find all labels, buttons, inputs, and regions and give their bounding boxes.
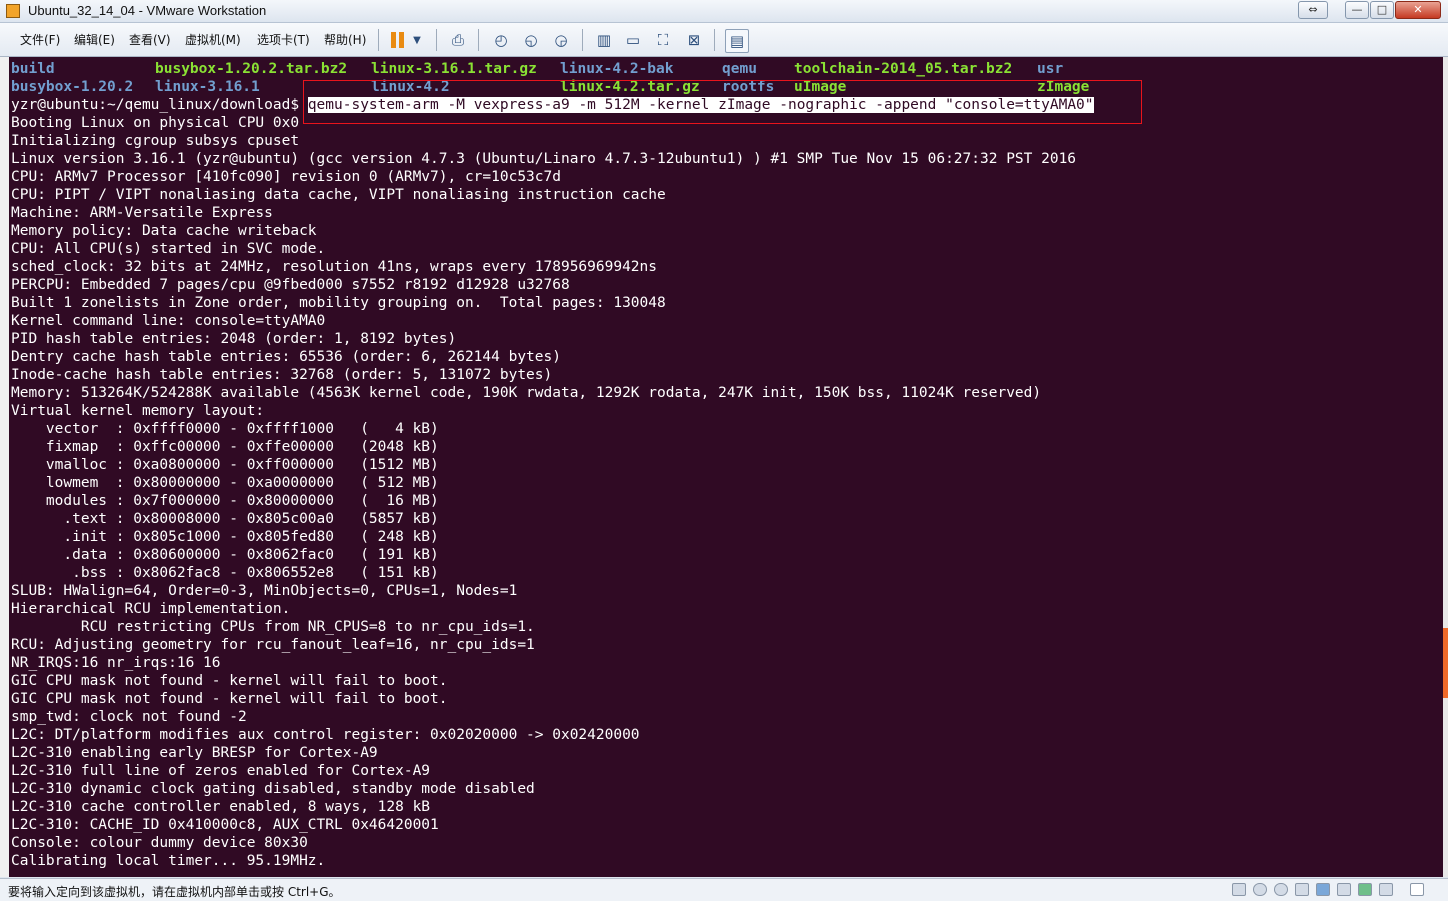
ls-entry: qemu (722, 61, 757, 77)
menu-view[interactable]: 查看(V) (129, 31, 171, 48)
terminal-line: Machine: ARM-Versatile Express (11, 205, 273, 221)
right-edge (1443, 57, 1448, 877)
terminal-line: .data : 0x80600000 - 0x8062fac0 ( 191 kB… (11, 547, 439, 563)
terminal-line: sched_clock: 32 bits at 24MHz, resolutio… (11, 259, 658, 275)
ls-entry: linux-3.16.1.tar.gz (371, 61, 537, 77)
terminal-line: Memory: 513264K/524288K available (4563K… (11, 385, 1042, 401)
terminal-line: .text : 0x80008000 - 0x805c00a0 (5857 kB… (11, 511, 439, 527)
fullscreen-icon[interactable]: ⛶ (652, 29, 674, 51)
terminal-line: SLUB: HWalign=64, Order=0-3, MinObjects=… (11, 583, 518, 599)
menu-edit[interactable]: 编辑(E) (74, 31, 115, 48)
terminal-line: Console: colour dummy device 80x30 (11, 835, 308, 851)
left-sidebar-edge (0, 57, 9, 877)
terminal-line: Initializing cgroup subsys cpuset (11, 133, 300, 149)
terminal-line: RCU restricting CPUs from NR_CPUS=8 to n… (11, 619, 535, 635)
terminal-line: Dentry cache hash table entries: 65536 (… (11, 349, 561, 365)
cd-dvd-icon[interactable] (1253, 883, 1267, 896)
floppy-icon[interactable] (1295, 883, 1309, 896)
terminal-line: .bss : 0x8062fac8 - 0x806552e8 ( 151 kB) (11, 565, 439, 581)
display-icon[interactable] (1379, 883, 1393, 896)
terminal-line: CPU: PIPT / VIPT nonaliasing data cache,… (11, 187, 666, 203)
terminal-line: L2C-310: CACHE_ID 0x410000c8, AUX_CTRL 0… (11, 817, 439, 833)
vm-console[interactable]: build busybox-1.20.2.tar.bz2 linux-3.16.… (9, 57, 1443, 877)
terminal-line: Linux version 3.16.1 (yzr@ubuntu) (gcc v… (11, 151, 1077, 167)
menu-bar: 文件(F) 编辑(E) 查看(V) 虚拟机(M) 选项卡(T) 帮助(H) ▼ … (0, 23, 1448, 57)
terminal-line: Booting Linux on physical CPU 0x0 (11, 115, 300, 131)
restore-down-button[interactable]: ⇔ (1298, 1, 1328, 19)
thumbnail-icon[interactable]: ▤ (725, 29, 749, 53)
title-bar: Ubuntu_32_14_04 - VMware Workstation ⇔ —… (0, 0, 1448, 23)
terminal-line: Built 1 zonelists in Zone order, mobilit… (11, 295, 666, 311)
terminal-line: PERCPU: Embedded 7 pages/cpu @9fbed000 s… (11, 277, 570, 293)
ls-entry: linux-4.2-bak (560, 61, 674, 77)
terminal-line: Inode-cache hash table entries: 32768 (o… (11, 367, 553, 383)
terminal-line: lowmem : 0x80000000 - 0xa0000000 ( 512 M… (11, 475, 439, 491)
network-adapter-icon[interactable] (1316, 883, 1330, 896)
ls-entry: linux-3.16.1 (155, 79, 260, 95)
terminal-line: Virtual kernel memory layout: (11, 403, 265, 419)
ls-entry: busybox-1.20.2.tar.bz2 (155, 61, 348, 77)
terminal-line: L2C-310 cache controller enabled, 8 ways… (11, 799, 431, 815)
terminal-line: modules : 0x7f000000 - 0x80000000 ( 16 M… (11, 493, 439, 509)
hard-disk-icon[interactable] (1232, 883, 1246, 896)
console-view-icon[interactable]: ▭ (622, 29, 644, 51)
toolbar-separator (378, 29, 379, 51)
terminal-line: fixmap : 0xffc00000 - 0xffe00000 (2048 k… (11, 439, 439, 455)
snapshot-manager-icon[interactable]: ◶ (550, 29, 572, 51)
toolbar-separator (714, 29, 715, 51)
message-log-icon[interactable] (1410, 883, 1424, 896)
terminal-line: PID hash table entries: 2048 (order: 1, … (11, 331, 457, 347)
printer-icon[interactable] (1337, 883, 1351, 896)
terminal-line: Kernel command line: console=ttyAMA0 (11, 313, 326, 329)
dropdown-icon[interactable]: ▼ (409, 29, 425, 51)
vmware-app-icon (6, 4, 20, 18)
terminal-line: NR_IRQS:16 nr_irqs:16 16 (11, 655, 221, 671)
ls-entry: busybox-1.20.2 (11, 79, 134, 95)
ls-entry: toolchain-2014_05.tar.bz2 (794, 61, 1013, 77)
cd-dvd-2-icon[interactable] (1274, 883, 1288, 896)
terminal-line: Memory policy: Data cache writeback (11, 223, 317, 239)
menu-tabs[interactable]: 选项卡(T) (257, 31, 310, 48)
terminal-line: GIC CPU mask not found - kernel will fai… (11, 673, 448, 689)
terminal-line: CPU: ARMv7 Processor [410fc090] revision… (11, 169, 561, 185)
terminal-line: vmalloc : 0xa0800000 - 0xff000000 (1512 … (11, 457, 439, 473)
minimize-button[interactable]: — (1345, 1, 1369, 19)
terminal-line: L2C-310 full line of zeros enabled for C… (11, 763, 431, 779)
terminal-line: GIC CPU mask not found - kernel will fai… (11, 691, 448, 707)
shell-prompt: yzr@ubuntu:~/qemu_linux/download$ (11, 97, 300, 113)
status-message: 要将输入定向到该虚拟机，请在虚拟机内部单击或按 Ctrl+G。 (8, 885, 341, 899)
status-bar: 要将输入定向到该虚拟机，请在虚拟机内部单击或按 Ctrl+G。 (0, 878, 1448, 901)
command-highlight-box (303, 80, 1142, 124)
toolbar-separator (436, 29, 437, 51)
pause-icon[interactable] (391, 32, 405, 48)
terminal-line: L2C: DT/platform modifies aux control re… (11, 727, 640, 743)
close-button[interactable]: ✕ (1395, 1, 1441, 19)
ls-entry: usr (1037, 61, 1064, 77)
menu-help[interactable]: 帮助(H) (324, 31, 366, 48)
revert-snapshot-icon[interactable]: ◵ (520, 29, 542, 51)
unity-icon[interactable]: ⊠ (683, 29, 705, 51)
terminal-line: RCU: Adjusting geometry for rcu_fanout_l… (11, 637, 535, 653)
ls-entry: build (11, 61, 55, 77)
terminal-line: vector : 0xffff0000 - 0xffff1000 ( 4 kB) (11, 421, 439, 437)
menu-file[interactable]: 文件(F) (20, 31, 60, 48)
maximize-button[interactable]: □ (1370, 1, 1394, 19)
terminal-line: L2C-310 dynamic clock gating disabled, s… (11, 781, 535, 797)
right-edge-marker (1443, 628, 1448, 698)
terminal-line: .init : 0x805c1000 - 0x805fed80 ( 248 kB… (11, 529, 439, 545)
menu-vm[interactable]: 虚拟机(M) (185, 31, 241, 48)
terminal-line: smp_twd: clock not found -2 (11, 709, 247, 725)
sound-card-icon[interactable] (1358, 883, 1372, 896)
window-title: Ubuntu_32_14_04 - VMware Workstation (28, 3, 267, 18)
terminal-line: CPU: All CPU(s) started in SVC mode. (11, 241, 326, 257)
terminal-line: Hierarchical RCU implementation. (11, 601, 291, 617)
send-ctrl-alt-del-icon[interactable]: ⎙ (447, 29, 469, 51)
snapshot-icon[interactable]: ◴ (490, 29, 512, 51)
terminal-line: Calibrating local timer... 95.19MHz. (11, 853, 326, 869)
toolbar-separator (582, 29, 583, 51)
terminal-line: L2C-310 enabling early BRESP for Cortex-… (11, 745, 378, 761)
sidebar-view-icon[interactable]: ▥ (593, 29, 615, 51)
toolbar-separator (478, 29, 479, 51)
